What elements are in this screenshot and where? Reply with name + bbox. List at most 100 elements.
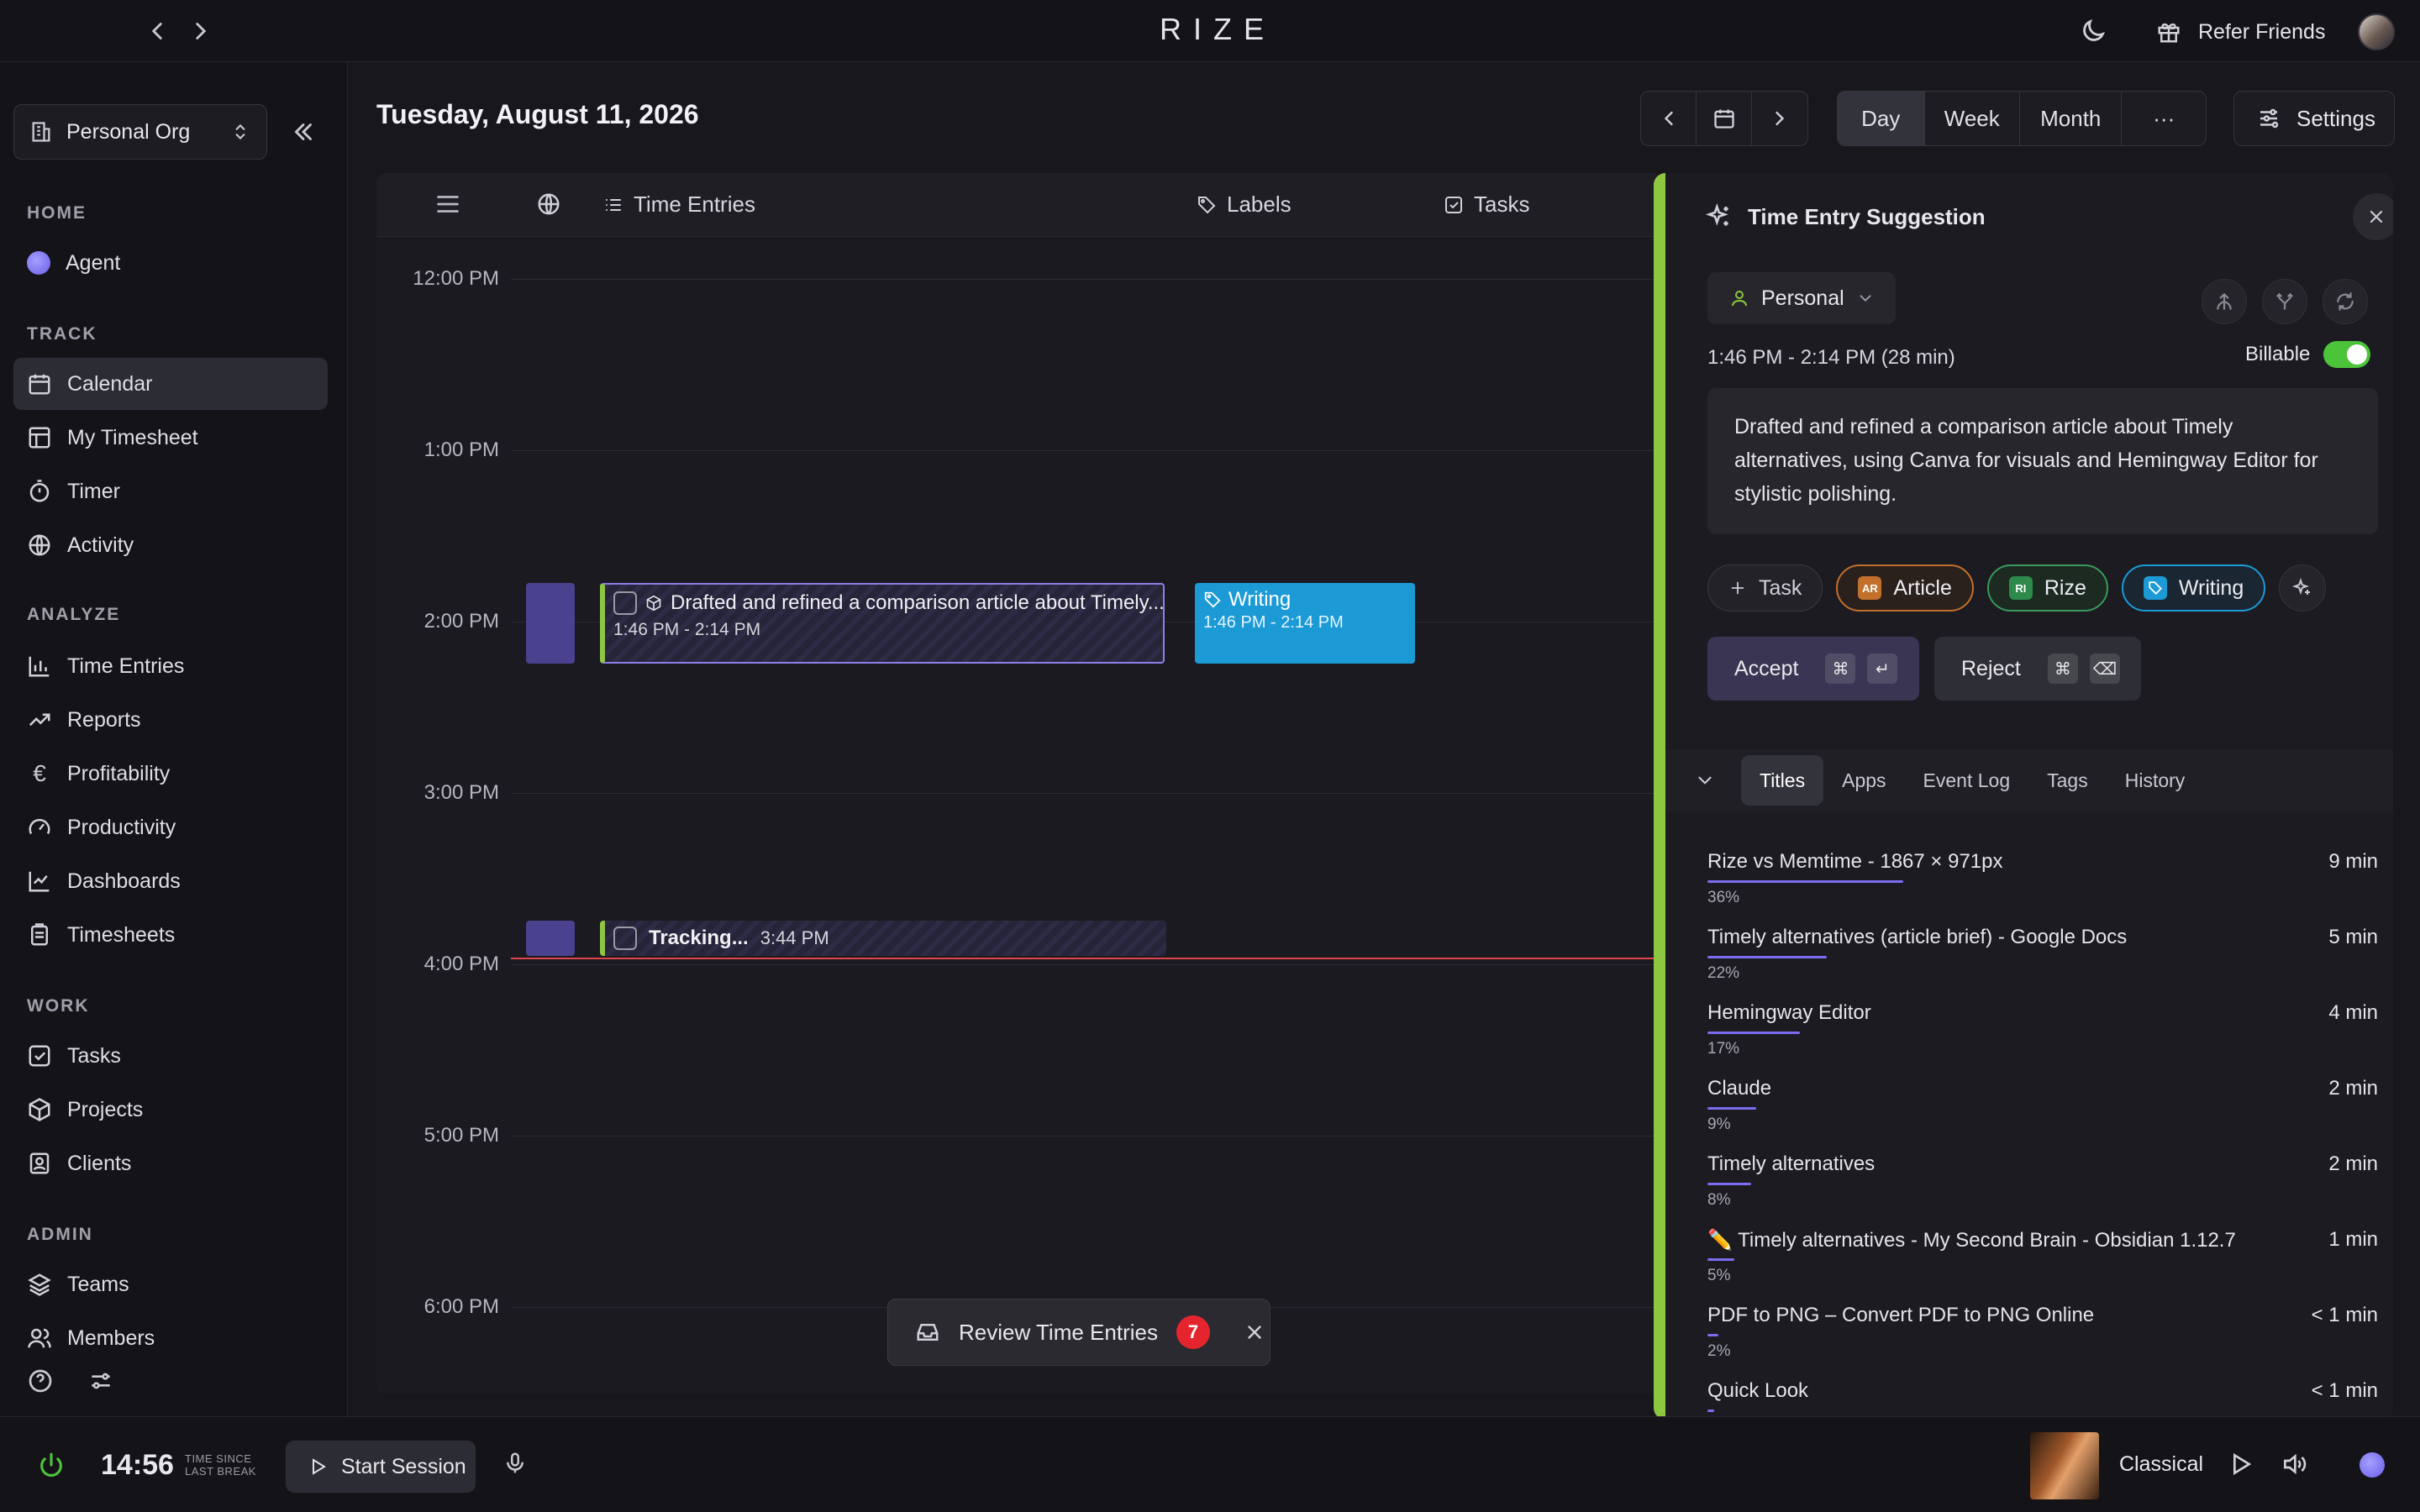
entry-checkbox[interactable] [613, 927, 637, 950]
prev-day-button[interactable] [1641, 92, 1697, 145]
workspace-label: Personal [1761, 286, 1844, 310]
sliders-icon [2256, 106, 2281, 131]
add-task-chip[interactable]: Task [1707, 564, 1823, 612]
help-icon[interactable] [27, 1368, 54, 1394]
activity-block[interactable] [526, 583, 575, 664]
sidebar-item-clients[interactable]: Clients [13, 1137, 328, 1189]
title-row[interactable]: Rize vs Memtime - 1867 × 971px 9 min 36% [1707, 850, 2378, 926]
project-chip-article[interactable]: AR Article [1836, 564, 1974, 612]
client-chip-rize[interactable]: RI Rize [1986, 564, 2108, 612]
sparkle-icon [2292, 578, 2312, 598]
merge-up-icon[interactable] [2202, 279, 2247, 324]
back-arrow-icon[interactable] [143, 17, 171, 45]
start-session-button[interactable]: Start Session [286, 1441, 476, 1493]
sidebar-item-reports[interactable]: Reports [13, 694, 328, 746]
workspace-select[interactable]: Personal [1707, 272, 1896, 324]
label-entry-title: Writing [1228, 588, 1292, 611]
tab-tags[interactable]: Tags [2028, 755, 2107, 806]
sidebar-item-teams[interactable]: Teams [13, 1258, 328, 1310]
tab-apps[interactable]: Apps [1823, 755, 1904, 806]
sidebar-item-agent[interactable]: Agent [13, 237, 328, 289]
tab-event-log[interactable]: Event Log [1905, 755, 2029, 806]
label-entry-writing[interactable]: Writing 1:46 PM - 2:14 PM [1195, 583, 1415, 664]
play-icon[interactable] [2227, 1451, 2254, 1478]
billable-toggle-row: Billable [2245, 341, 2371, 368]
gauge-icon [27, 815, 52, 840]
sidebar-item-dashboards[interactable]: Dashboards [13, 855, 328, 907]
next-day-button[interactable] [1752, 92, 1807, 145]
reject-button[interactable]: Reject ⌘ ⌫ [1934, 637, 2141, 701]
sidebar-item-calendar[interactable]: Calendar [13, 358, 328, 410]
window-title: Quick Look [1707, 1379, 1809, 1402]
inbox-icon [915, 1320, 940, 1345]
section-label-work: WORK [27, 996, 90, 1016]
globe-icon[interactable] [536, 192, 561, 217]
bar-chart-icon [27, 654, 52, 679]
entry-checkbox[interactable] [613, 591, 637, 615]
percent: 22% [1707, 964, 1740, 982]
activity-block[interactable] [526, 921, 575, 956]
tag-icon [1203, 591, 1222, 609]
tab-titles[interactable]: Titles [1741, 755, 1824, 806]
label-chip-writing[interactable]: Writing [2121, 564, 2266, 612]
moon-icon[interactable] [2079, 17, 2107, 45]
title-row[interactable]: Quick Look < 1 min [1707, 1379, 2378, 1420]
chevron-down-icon [1856, 289, 1875, 307]
title-row[interactable]: ✏️ Timely alternatives - My Second Brain… [1707, 1228, 2378, 1304]
close-icon[interactable] [1244, 1321, 1265, 1343]
billable-toggle[interactable] [2323, 341, 2371, 368]
preferences-sliders-icon[interactable] [87, 1368, 114, 1394]
sidebar-item-projects[interactable]: Projects [13, 1084, 328, 1136]
refresh-icon[interactable] [2323, 279, 2368, 324]
microphone-icon[interactable] [502, 1451, 528, 1476]
sidebar-item-timesheets[interactable]: Timesheets [13, 909, 328, 961]
sidebar-item-activity[interactable]: Activity [13, 519, 328, 571]
power-icon[interactable] [37, 1451, 66, 1479]
time-entry-suggestion-panel: Time Entry Suggestion Personal 1:46 PM -… [1654, 173, 2393, 1420]
sidebar-item-time-entries[interactable]: Time Entries [13, 640, 328, 692]
sidebar-item-tasks[interactable]: Tasks [13, 1030, 328, 1082]
ai-suggest-button[interactable] [2279, 564, 2327, 612]
clipboard-icon [27, 922, 52, 948]
sidebar-item-my-timesheet[interactable]: My Timesheet [13, 412, 328, 464]
close-panel-button[interactable] [2353, 193, 2393, 240]
sidebar-item-timer[interactable]: Timer [13, 465, 328, 517]
suggested-time-entry[interactable]: Drafted and refined a comparison article… [600, 583, 1165, 664]
view-day-tab[interactable]: Day [1838, 92, 1925, 145]
view-week-tab[interactable]: Week [1925, 92, 2021, 145]
sidebar-item-productivity[interactable]: Productivity [13, 801, 328, 853]
calendar-day-view: Time Entries Labels Tasks 12:00 PM 1:00 … [376, 173, 1662, 1394]
hamburger-menu-icon[interactable] [434, 190, 462, 218]
title-row[interactable]: PDF to PNG – Convert PDF to PNG Online < … [1707, 1304, 2378, 1379]
agent-orb-icon [27, 251, 50, 275]
title-row[interactable]: Timely alternatives 2 min 8% [1707, 1152, 2378, 1228]
sidebar-item-profitability[interactable]: € Profitability [13, 748, 328, 800]
title-row[interactable]: Timely alternatives (article brief) - Go… [1707, 926, 2378, 1001]
view-switcher: Day Week Month ··· [1837, 91, 2207, 146]
review-time-entries-toast[interactable]: Review Time Entries 7 [887, 1299, 1270, 1366]
view-month-tab[interactable]: Month [2020, 92, 2123, 145]
title-row[interactable]: Claude 2 min 9% [1707, 1077, 2378, 1152]
suggestion-description[interactable]: Drafted and refined a comparison article… [1707, 388, 2378, 534]
more-views-button[interactable]: ··· [2122, 92, 2206, 145]
date-picker-button[interactable] [1697, 92, 1752, 145]
sidebar-item-members[interactable]: Members [13, 1312, 328, 1364]
settings-button[interactable]: Settings [2233, 91, 2395, 146]
tracking-entry[interactable]: Tracking... 3:44 PM [600, 921, 1166, 956]
refer-friends-button[interactable]: Refer Friends [2156, 15, 2325, 49]
tracking-title: Tracking... [649, 927, 749, 949]
tab-history[interactable]: History [2107, 755, 2204, 806]
org-switcher[interactable]: Personal Org [13, 104, 267, 160]
chevron-down-icon[interactable] [1694, 769, 1716, 791]
forward-arrow-icon[interactable] [187, 17, 215, 45]
accept-button[interactable]: Accept ⌘ ↵ [1707, 637, 1919, 701]
agent-orb-icon[interactable] [2360, 1452, 2385, 1478]
percent: 17% [1707, 1040, 1740, 1058]
split-icon[interactable] [2262, 279, 2307, 324]
tag-chips: Task AR Article RI Rize Writing [1707, 564, 2327, 612]
title-row[interactable]: Hemingway Editor 4 min 17% [1707, 1001, 2378, 1077]
collapse-sidebar-icon[interactable] [289, 118, 318, 146]
volume-icon[interactable] [2281, 1451, 2307, 1478]
sidebar: Personal Org HOME Agent TRACK Calendar M… [0, 62, 348, 1416]
user-avatar[interactable] [2358, 13, 2395, 50]
